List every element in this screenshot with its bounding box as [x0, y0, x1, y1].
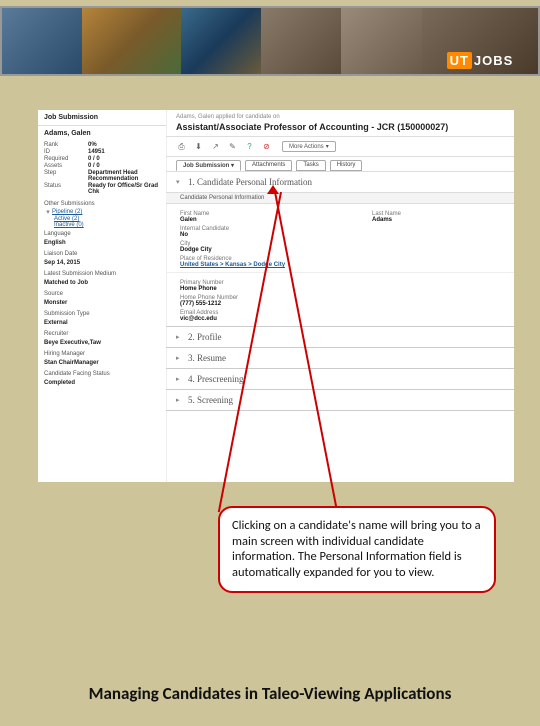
more-actions-button[interactable]: More Actions▾: [282, 141, 336, 152]
section-3-header[interactable]: ▸3. Resume: [166, 348, 514, 368]
recruiter-value: Beye Executive,Taw: [44, 340, 101, 346]
block-icon[interactable]: ⊘: [261, 141, 272, 152]
email-value: vic@dcc.edu: [180, 316, 500, 322]
collapse-icon: ▾: [176, 178, 188, 186]
breadcrumb: Adams, Galen applied for candidate on: [166, 110, 514, 122]
edit-icon[interactable]: ✎: [227, 141, 238, 152]
mgr-header: Hiring Manager: [38, 348, 166, 358]
toolbar: ⎙ ⬇ ↗ ✎ ? ⊘ More Actions▾: [166, 137, 514, 157]
medium-value: Matched to Job: [44, 280, 88, 286]
step-label: Step: [44, 170, 88, 182]
cf-header: Candidate Facing Status: [38, 368, 166, 378]
pipeline-link[interactable]: Pipeline (2): [52, 209, 82, 215]
print-icon[interactable]: ⎙: [176, 141, 187, 152]
header-banner: UTJOBS: [0, 6, 540, 76]
main-panel: Adams, Galen applied for candidate on As…: [166, 110, 514, 482]
source-value: Monster: [44, 300, 67, 306]
source-header: Source: [38, 288, 166, 298]
expand-icon: ▸: [176, 375, 188, 383]
liaison-value: Sep 14, 2015: [44, 260, 80, 266]
banner-photo-5: [341, 8, 421, 74]
banner-photo-3: [181, 8, 261, 74]
collapse-icon[interactable]: ▾: [44, 208, 52, 216]
banner-photo-2: [82, 8, 180, 74]
medium-header: Latest Submission Medium: [38, 268, 166, 278]
section-1-subbar: Candidate Personal Information: [166, 192, 514, 204]
callout-box: Clicking on a candidate's name will brin…: [218, 506, 496, 593]
language-value: English: [44, 240, 66, 246]
rank-value: 0%: [88, 142, 160, 148]
expand-icon: ▸: [176, 396, 188, 404]
status-value: Ready for Office/Sr Grad Chk: [88, 183, 160, 195]
section-4-header[interactable]: ▸4. Prescreening: [166, 369, 514, 389]
chevron-down-icon: ▾: [326, 143, 329, 150]
last-name-value: Adams: [372, 217, 500, 223]
step-value: Department Head Recommendation: [88, 170, 160, 182]
slide-footer: Managing Candidates in Taleo-Viewing App…: [0, 683, 540, 704]
callout-arrowhead: [267, 185, 279, 194]
required-value: 0 / 0: [88, 156, 160, 162]
sidebar: Job Submission Adams, Galen Rank0% ID149…: [38, 110, 167, 482]
tab-history[interactable]: History: [330, 160, 363, 171]
other-submissions-header: Other Submissions: [38, 198, 166, 208]
id-value: 14951: [88, 149, 160, 155]
city-value: Dodge City: [180, 247, 372, 253]
status-label: Status: [44, 183, 88, 195]
cf-value: Completed: [44, 380, 75, 386]
language-header: Language: [38, 228, 166, 238]
section-personal-info: ▾1. Candidate Personal Information Candi…: [166, 172, 514, 327]
assets-label: Assets: [44, 163, 88, 169]
position-title: Assistant/Associate Professor of Account…: [166, 122, 514, 137]
section-5-header[interactable]: ▸5. Screening: [166, 390, 514, 410]
sidebar-panel-title: Job Submission: [38, 110, 166, 126]
callout-text: Clicking on a candidate's name will brin…: [232, 518, 481, 580]
home-phone-value: (777) 555-1212: [180, 301, 500, 307]
recruiter-header: Recruiter: [38, 328, 166, 338]
required-label: Required: [44, 156, 88, 162]
section-2-header[interactable]: ▸2. Profile: [166, 327, 514, 347]
share-icon[interactable]: ↗: [210, 141, 221, 152]
subtabs: Job Submission ▾ Attachments Tasks Histo…: [166, 157, 514, 172]
internal-value: No: [180, 232, 372, 238]
por-value[interactable]: United States > Kansas > Dodge City: [180, 262, 372, 268]
banner-photo-6: UTJOBS: [422, 8, 538, 74]
rank-label: Rank: [44, 142, 88, 148]
download-icon[interactable]: ⬇: [193, 141, 204, 152]
assets-value: 0 / 0: [88, 163, 160, 169]
section-1-header[interactable]: ▾1. Candidate Personal Information: [166, 172, 514, 192]
candidate-name: Adams, Galen: [38, 126, 166, 139]
tab-attachments[interactable]: Attachments: [245, 160, 292, 171]
expand-icon: ▸: [176, 354, 188, 362]
tab-tasks[interactable]: Tasks: [296, 160, 325, 171]
subtype-value: External: [44, 320, 68, 326]
ut-jobs-logo: UTJOBS: [447, 53, 514, 68]
tab-job-submission[interactable]: Job Submission ▾: [176, 160, 241, 171]
home-phone-label: Home Phone: [180, 286, 500, 292]
inactive-link[interactable]: Inactive (0): [54, 222, 84, 228]
liaison-header: Liaison Date: [38, 248, 166, 258]
expand-icon: ▸: [176, 333, 188, 341]
help-icon[interactable]: ?: [244, 141, 255, 152]
banner-photo-4: [261, 8, 341, 74]
mgr-value: Stan ChairManager: [44, 360, 99, 366]
subtype-header: Submission Type: [38, 308, 166, 318]
id-label: ID: [44, 149, 88, 155]
banner-photo-1: [2, 8, 82, 74]
taleo-screenshot: Job Submission Adams, Galen Rank0% ID149…: [38, 110, 514, 482]
